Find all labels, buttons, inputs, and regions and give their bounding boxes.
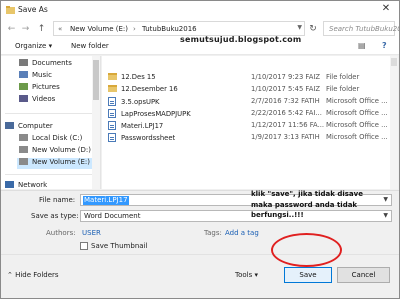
file-name-label: File name:	[39, 196, 76, 204]
highlight-ring	[271, 233, 342, 267]
chevron-down-icon[interactable]: ▼	[383, 212, 388, 219]
save-thumbnail-checkbox[interactable]	[80, 242, 88, 250]
up-icon[interactable]: ↑	[35, 22, 48, 36]
file-name: LapProsesMADPJUPK	[121, 110, 191, 118]
annotation-text: klik "save", jika tidak disave maka pass…	[251, 190, 363, 219]
folder-icon	[108, 73, 117, 80]
sidebar-item-computer[interactable]: Computer	[5, 122, 53, 133]
sidebar-item-videos[interactable]: Videos	[19, 95, 55, 106]
breadcrumb-drive[interactable]: New Volume (E:)	[70, 25, 128, 33]
file-list-scrollbar[interactable]	[390, 56, 398, 189]
file-date: 1/10/2017 5:45 FAIZ	[251, 85, 321, 93]
sidebar-item-music[interactable]: Music	[19, 71, 52, 82]
breadcrumb-separator: ›	[133, 25, 136, 33]
drive-icon	[19, 158, 28, 165]
network-icon	[5, 181, 14, 188]
sidebar-item-new-volume-d[interactable]: New Volume (D:)	[19, 146, 91, 157]
word-document-icon	[108, 109, 116, 118]
save-as-type-value: Word Document	[84, 212, 141, 220]
cancel-button[interactable]: Cancel	[337, 267, 390, 283]
file-date: 1/12/2017 11:56 FA...	[251, 121, 325, 129]
file-date: 2/7/2016 7:32 FATIH	[251, 97, 320, 105]
pictures-icon	[19, 83, 28, 90]
file-name: 3.5.opsUPK	[121, 98, 160, 106]
file-date: 1/9/2017 3:13 FATIH	[251, 133, 320, 141]
save-as-type-label: Save as type:	[31, 212, 79, 220]
navigation-pane: Documents Music Pictures Videos Computer…	[1, 56, 101, 189]
file-type: Microsoft Office ...	[326, 133, 388, 141]
folder-icon	[6, 6, 15, 14]
file-name: Materi.LPJ17	[121, 122, 164, 130]
file-list: 12.Des 15 1/10/2017 9:23 FAIZ File folde…	[102, 56, 390, 189]
refresh-icon[interactable]: ↻	[307, 23, 319, 35]
file-type: Microsoft Office ...	[326, 121, 388, 129]
file-name-value[interactable]: Materi.LPJ17	[83, 196, 129, 205]
word-document-icon	[108, 133, 116, 142]
save-button[interactable]: Save	[284, 267, 332, 283]
chevron-down-icon[interactable]: ▼	[297, 24, 302, 31]
authors-value[interactable]: USER	[82, 229, 101, 237]
view-options-icon[interactable]: ▤	[358, 41, 366, 50]
divider	[5, 113, 97, 114]
list-item[interactable]: Passwordssheet 1/9/2017 3:13 FATIH Micro…	[102, 132, 390, 143]
file-date: 2/22/2016 5:42 FAI...	[251, 109, 322, 117]
drive-icon	[19, 134, 28, 141]
videos-icon	[19, 95, 28, 102]
music-icon	[19, 71, 28, 78]
file-type: File folder	[326, 73, 360, 81]
address-bar[interactable]: « New Volume (E:) › TutubBuku2016 ▼	[53, 21, 305, 36]
tools-menu[interactable]: Tools ▾	[235, 271, 258, 279]
search-box[interactable]: Search TutubBuku2016	[323, 21, 399, 36]
sidebar-item-documents[interactable]: Documents	[19, 59, 72, 70]
window-title: Save As	[18, 5, 48, 14]
list-item[interactable]: 3.5.opsUPK 2/7/2016 7:32 FATIH Microsoft…	[102, 96, 390, 107]
documents-icon	[19, 59, 28, 66]
back-icon[interactable]: ←	[5, 22, 18, 36]
word-document-icon	[108, 121, 116, 130]
file-name: 12.Des 15	[121, 73, 156, 81]
file-name: Passwordssheet	[121, 134, 176, 142]
new-folder-button[interactable]: New folder	[71, 42, 109, 50]
sidebar-item-local-disk-c[interactable]: Local Disk (C:)	[19, 134, 82, 145]
file-date: 1/10/2017 9:23 FAIZ	[251, 73, 321, 81]
scrollbar-thumb[interactable]	[391, 58, 397, 66]
forward-icon[interactable]: →	[19, 22, 32, 36]
dialog-footer: ⌃ Hide Folders Tools ▾ Save Cancel	[1, 254, 399, 298]
search-placeholder: Search TutubBuku2016	[329, 25, 399, 33]
list-item[interactable]: LapProsesMADPJUPK 2/22/2016 5:42 FAI... …	[102, 108, 390, 119]
close-button[interactable]: ✕	[375, 3, 397, 16]
chevron-down-icon[interactable]: ▼	[383, 196, 388, 203]
sidebar-item-new-volume-e[interactable]: New Volume (E:)	[17, 158, 99, 169]
save-thumbnail-label: Save Thumbnail	[91, 242, 148, 250]
sidebar-item-pictures[interactable]: Pictures	[19, 83, 60, 94]
sidebar-item-network[interactable]: Network	[5, 181, 47, 189]
save-as-dialog: Save As ✕ ← → ↑ « New Volume (E:) › Tutu…	[0, 0, 400, 299]
folder-icon	[108, 85, 117, 92]
computer-icon	[5, 122, 14, 129]
scrollbar-thumb[interactable]	[93, 60, 99, 100]
tags-label: Tags:	[204, 229, 222, 237]
list-item[interactable]: Materi.LPJ17 1/12/2017 11:56 FA... Micro…	[102, 120, 390, 131]
sidebar-scrollbar[interactable]	[92, 56, 100, 189]
list-item[interactable]: 12.Desember 16 1/10/2017 5:45 FAIZ File …	[102, 84, 390, 95]
authors-label: Authors:	[46, 229, 76, 237]
file-type: File folder	[326, 85, 360, 93]
breadcrumb-folder[interactable]: TutubBuku2016	[142, 25, 197, 33]
watermark-text: semutsujud.blogspot.com	[180, 35, 302, 44]
tags-input[interactable]: Add a tag	[225, 229, 259, 237]
divider	[5, 174, 97, 175]
help-icon[interactable]: ?	[382, 41, 387, 50]
file-type: Microsoft Office ...	[326, 97, 388, 105]
list-item[interactable]: 12.Des 15 1/10/2017 9:23 FAIZ File folde…	[102, 72, 390, 83]
word-document-icon	[108, 97, 116, 106]
address-chevron[interactable]: «	[58, 25, 62, 33]
hide-folders-button[interactable]: ⌃ Hide Folders	[7, 271, 59, 279]
file-name: 12.Desember 16	[121, 85, 178, 93]
file-type: Microsoft Office ...	[326, 109, 388, 117]
title-bar: Save As ✕	[1, 1, 399, 19]
drive-icon	[19, 146, 28, 153]
organize-button[interactable]: Organize ▾	[15, 42, 52, 50]
